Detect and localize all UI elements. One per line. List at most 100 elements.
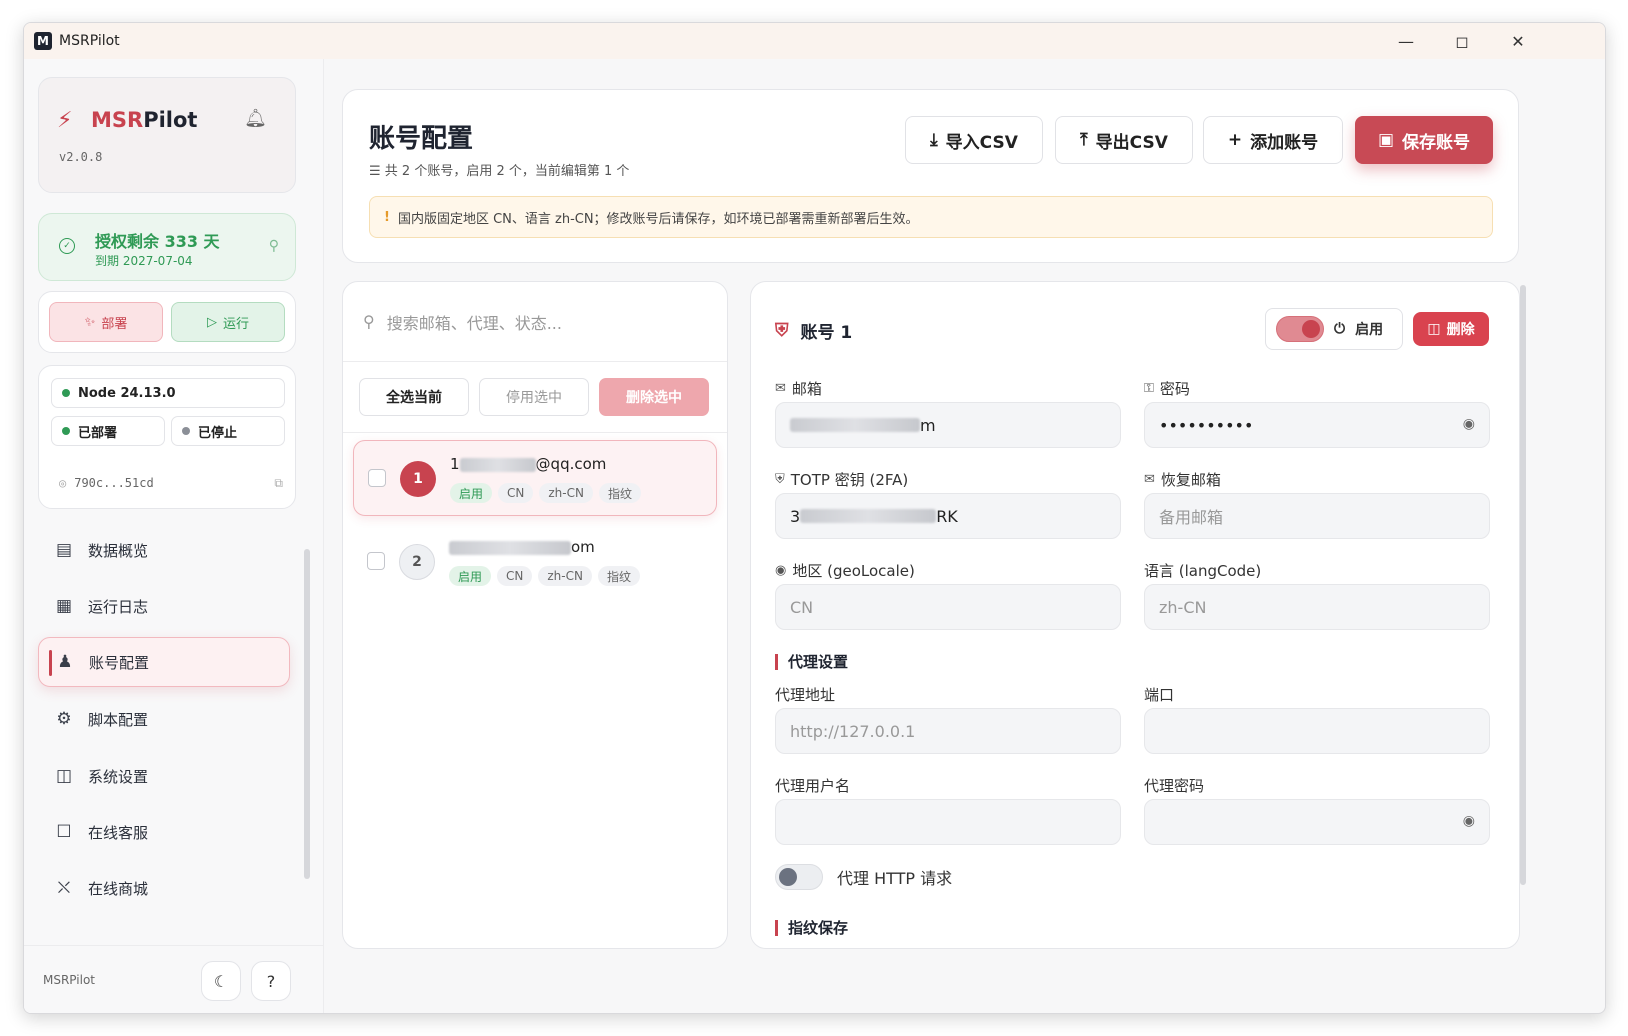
recovery-email-field[interactable]: 备用邮箱	[1144, 493, 1490, 539]
nav-item-scripts[interactable]: ⚙︎ 脚本配置	[38, 694, 290, 744]
port-label: 端口	[1144, 686, 1175, 704]
nav-item-settings[interactable]: ◫ 系统设置	[38, 751, 290, 801]
stopped-text: 已停止	[198, 425, 238, 441]
redacted-text	[459, 457, 536, 472]
nav-item-shop[interactable]: ⛌ 在线商城	[38, 863, 290, 913]
play-icon: ▷	[206, 314, 217, 330]
account-list-item[interactable]: 1 1 @qq.com 启用 CN zh-CN 指纹	[353, 440, 717, 516]
globe-icon: ◉	[775, 563, 787, 578]
sidebar-footer: MSRPilot ☾ ?	[24, 945, 323, 1013]
bell-icon[interactable]: 🔔︎	[244, 108, 267, 129]
email-end: @qq.com	[535, 455, 607, 473]
enable-switch[interactable]	[1276, 316, 1324, 342]
app-window: M MSRPilot — ◻ ✕ ⚡︎ MSRPilot v2.0.8 🔔︎ ✓…	[23, 22, 1606, 1014]
delete-label: 删除	[1446, 322, 1475, 338]
account-checkbox[interactable]	[367, 552, 385, 570]
recovery-placeholder: 备用邮箱	[1159, 508, 1224, 527]
status-dot-green	[62, 389, 70, 397]
password-label: ⚿ 密码	[1144, 378, 1190, 399]
tag-region: CN	[498, 483, 534, 503]
nav-label: 运行日志	[88, 597, 149, 616]
deployed-badge: 已部署	[51, 416, 165, 446]
enable-toggle[interactable]: ⏻ 启用	[1265, 308, 1403, 350]
maximize-button[interactable]: ◻	[1433, 23, 1491, 59]
license-card: ✓ 授权剩余 333 天 到期 2027-07-04 ⚲	[38, 213, 296, 281]
run-label: 运行	[222, 316, 249, 332]
geo-field[interactable]: CN	[775, 584, 1121, 630]
help-button[interactable]: ?	[251, 961, 291, 1001]
proxy-password-field[interactable]: ◉	[1144, 799, 1490, 845]
lang-field[interactable]: zh-CN	[1144, 584, 1490, 630]
port-field[interactable]	[1144, 708, 1490, 754]
save-icon: ▣	[1377, 130, 1395, 150]
nav-item-dashboard[interactable]: ▤ 数据概览	[38, 525, 290, 575]
key-icon[interactable]: ⚲	[269, 238, 279, 254]
notice-banner: ! 国内版固定地区 CN、语言 zh-CN；修改账号后请保存，如环境已部署需重新…	[369, 196, 1493, 238]
save-account-button[interactable]: ▣ 保存账号	[1355, 116, 1493, 164]
moon-icon: ☾	[213, 971, 229, 991]
run-button[interactable]: ▷ 运行	[171, 302, 285, 342]
nav-item-support[interactable]: ☐ 在线客服	[38, 807, 290, 857]
tag-enabled: 启用	[449, 566, 492, 586]
version-label: v2.0.8	[59, 150, 103, 164]
monitor-icon: ◫	[55, 766, 73, 786]
search-input[interactable]: 搜索邮箱、代理、状态...	[387, 310, 562, 334]
save-label: 保存账号	[1402, 132, 1471, 153]
proxy-address-placeholder: http://127.0.0.1	[790, 721, 916, 741]
nav-label: 在线客服	[88, 823, 149, 842]
account-checkbox[interactable]	[368, 469, 386, 487]
deploy-button[interactable]: ✨︎ 部署	[49, 302, 163, 342]
status-dot-grey	[182, 427, 190, 435]
search-bar[interactable]: ⚲ 搜索邮箱、代理、状态...	[343, 282, 727, 362]
brand-card: ⚡︎ MSRPilot v2.0.8 🔔︎	[38, 77, 296, 193]
lock-icon: ⚿	[1144, 381, 1154, 396]
main-scrollbar[interactable]	[1520, 285, 1526, 885]
eye-icon[interactable]: ◉	[1463, 416, 1475, 432]
lang-label: 语言 (langCode)	[1144, 560, 1261, 581]
brand-suffix: Pilot	[143, 108, 198, 132]
nav-item-logs[interactable]: ▦ 运行日志	[38, 581, 290, 631]
password-field[interactable]: •••••••••• ◉	[1144, 402, 1490, 448]
delete-selected-button[interactable]: 删除选中	[599, 378, 709, 416]
email-field[interactable]: m	[775, 402, 1121, 448]
close-button[interactable]: ✕	[1489, 23, 1547, 59]
notice-text: 国内版固定地区 CN、语言 zh-CN；修改账号后请保存，如环境已部署需重新部署…	[397, 211, 919, 227]
title-bar: M MSRPilot — ◻ ✕	[24, 23, 1605, 59]
mail-icon: ✉	[1144, 472, 1155, 487]
users-icon: ♟	[57, 652, 73, 672]
eye-icon[interactable]: ◉	[1463, 813, 1475, 829]
minimize-button[interactable]: —	[1377, 23, 1435, 59]
tag-enabled: 启用	[450, 483, 493, 503]
deploy-label: 部署	[101, 316, 128, 332]
account-list-item[interactable]: 2 om 启用 CN zh-CN 指纹	[353, 524, 717, 600]
export-csv-button[interactable]: ⤒ 导出CSV	[1055, 116, 1193, 164]
import-csv-button[interactable]: ⤓ 导入CSV	[905, 116, 1043, 164]
export-label: 导出CSV	[1095, 132, 1168, 153]
account-email: 1 @qq.com	[450, 455, 606, 473]
recovery-label-text: 恢复邮箱	[1160, 471, 1221, 489]
lang-value: zh-CN	[1159, 597, 1207, 617]
proxy-http-row: 代理 HTTP 请求	[775, 864, 952, 890]
add-account-button[interactable]: + 添加账号	[1203, 116, 1343, 164]
select-all-button[interactable]: 全选当前	[359, 378, 469, 416]
lang-label-text: 语言 (langCode)	[1144, 562, 1262, 580]
trash-icon: ◫	[1427, 321, 1441, 337]
help-icon: ?	[266, 971, 276, 991]
proxy-http-switch[interactable]	[775, 864, 823, 890]
sidebar-scrollbar[interactable]	[304, 549, 310, 879]
disable-selected-button[interactable]: 停用选中	[479, 378, 589, 416]
geo-value: CN	[790, 597, 814, 617]
copy-icon[interactable]: ⧉	[274, 476, 283, 491]
divider	[343, 432, 727, 433]
proxy-address-field[interactable]: http://127.0.0.1	[775, 708, 1121, 754]
bolt-icon: ⚡︎	[57, 108, 73, 133]
delete-account-button[interactable]: ◫ 删除	[1413, 312, 1489, 346]
account-email: om	[449, 538, 595, 556]
nav-item-accounts[interactable]: ♟ 账号配置	[38, 637, 290, 687]
theme-toggle-button[interactable]: ☾	[201, 961, 241, 1001]
nav-label: 在线商城	[88, 879, 149, 898]
totp-field[interactable]: 3 RK	[775, 493, 1121, 539]
proxy-username-field[interactable]	[775, 799, 1121, 845]
proxy-address-label: 代理地址	[775, 686, 836, 704]
proxy-password-label: 代理密码	[1144, 777, 1205, 795]
